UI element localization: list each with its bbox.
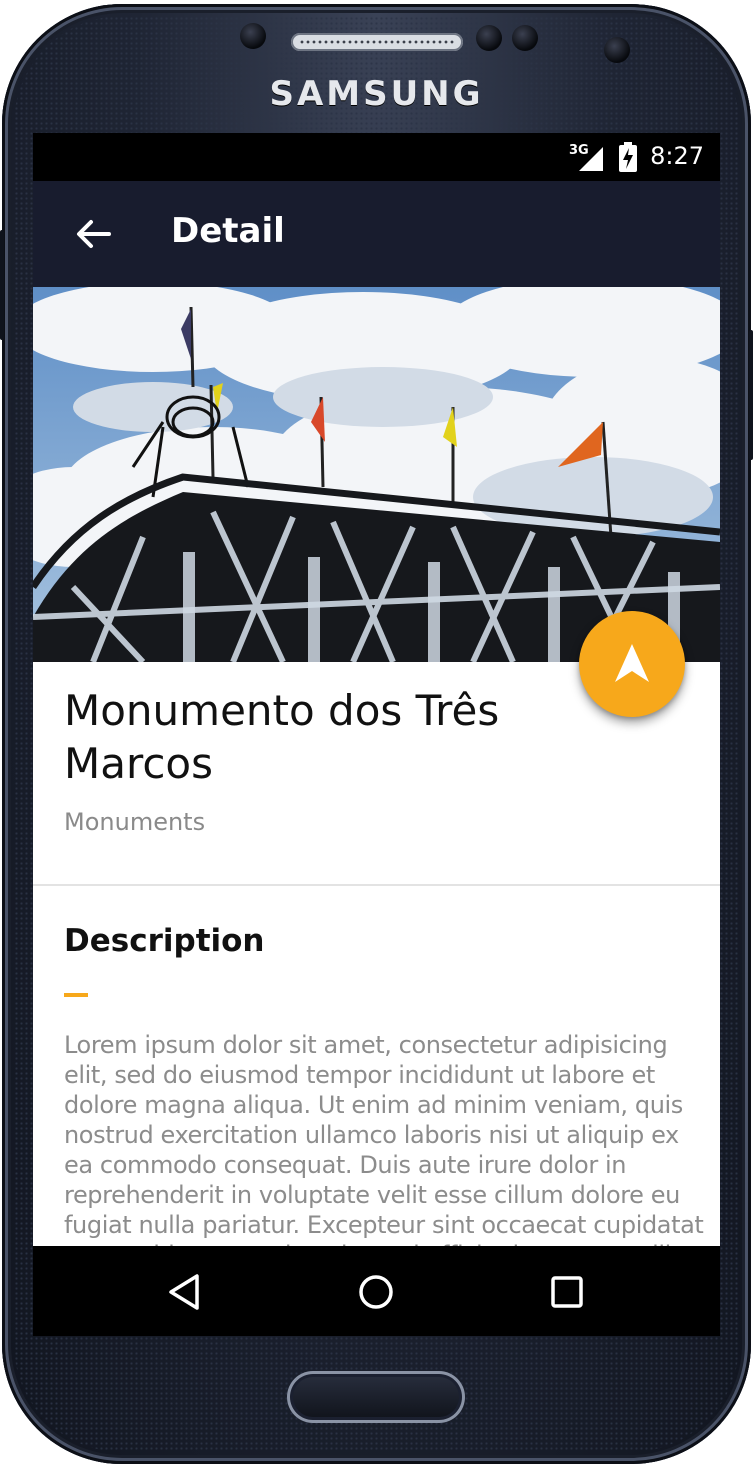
signal-icon bbox=[579, 147, 603, 171]
place-category: Monuments bbox=[64, 808, 206, 836]
front-camera bbox=[604, 37, 630, 63]
navigation-bar bbox=[33, 1246, 720, 1336]
nav-back-icon[interactable] bbox=[163, 1270, 207, 1314]
hero-image bbox=[33, 287, 720, 662]
nav-home-icon[interactable] bbox=[354, 1270, 398, 1314]
earpiece-speaker bbox=[291, 33, 463, 51]
nav-recents-icon[interactable] bbox=[545, 1270, 589, 1314]
power-button bbox=[749, 330, 753, 460]
navigate-fab-button[interactable] bbox=[579, 611, 685, 717]
app-bar: Detail bbox=[33, 181, 720, 287]
volume-button bbox=[0, 230, 4, 340]
hardware-home-key bbox=[287, 1371, 465, 1423]
proximity-sensor bbox=[476, 25, 502, 51]
place-title: Monumento dos Três Marcos bbox=[64, 686, 500, 788]
battery-charging-icon bbox=[619, 142, 637, 172]
screen: 3G 8:27 Detail Monumento dos Três Marcos… bbox=[33, 133, 720, 1336]
navigation-arrow-icon bbox=[615, 644, 649, 682]
arrow-back-icon[interactable] bbox=[73, 214, 113, 254]
status-bar: 3G 8:27 bbox=[33, 133, 720, 181]
status-time: 8:27 bbox=[650, 142, 704, 170]
page-title: Detail bbox=[171, 211, 285, 251]
accent-underline bbox=[64, 993, 88, 997]
divider bbox=[33, 884, 720, 886]
description-heading: Description bbox=[64, 923, 265, 959]
light-sensor bbox=[512, 25, 538, 51]
brand-logo: SAMSUNG bbox=[269, 74, 484, 114]
front-sensor bbox=[240, 23, 266, 49]
